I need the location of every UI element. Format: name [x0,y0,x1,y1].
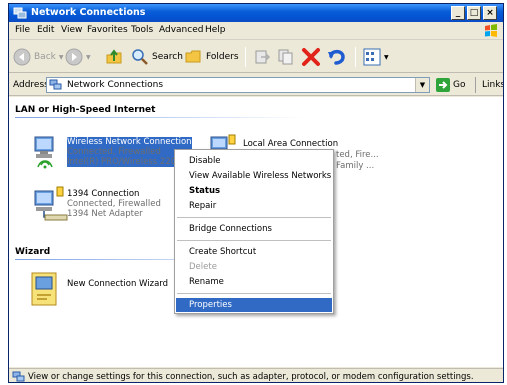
folders-icon [185,50,201,63]
ctx-repair[interactable]: Repair [176,199,332,213]
menu-file[interactable]: File [15,25,30,35]
menu-tools[interactable]: Tools [131,25,153,35]
ctx-bridge-connections[interactable]: Bridge Connections [176,222,332,236]
back-button[interactable]: Back ▼ [13,47,63,67]
menu-edit[interactable]: Edit [37,25,54,35]
back-arrow-icon [13,48,31,66]
address-value: Network Connections [67,80,164,90]
minimize-button[interactable]: _ [451,6,465,20]
search-icon [132,49,148,65]
undo-icon [328,49,345,65]
move-to-icon [255,50,271,64]
windows-flag-icon [485,24,497,37]
address-bar: Address Network Connections ▼ Go Links [9,74,503,96]
views-grid-icon [363,48,381,66]
go-arrow-icon [436,78,450,92]
local-area-connection-name: Local Area Connection [243,139,339,149]
views-dropdown-icon: ▼ [384,53,389,61]
new-connection-wizard-icon [31,272,57,306]
address-label: Address [13,80,49,90]
address-dropdown-button[interactable]: ▼ [415,78,429,92]
ctx-rename[interactable]: Rename [176,275,332,289]
menu-advanced[interactable]: Advanced [159,25,203,35]
status-bar: View or change settings for this connect… [9,368,503,382]
search-label: Search [152,52,183,62]
ctx-properties[interactable]: Properties [176,298,332,312]
wizard-section-header: Wizard [15,247,51,257]
back-label: Back [34,52,56,62]
folders-button[interactable]: Folders [185,47,239,67]
forward-dropdown-icon: ▼ [86,53,91,61]
maximize-button[interactable]: □ [467,6,481,20]
links-button[interactable]: Links [475,77,503,93]
copy-to-button[interactable] [277,47,295,67]
menu-view[interactable]: View [61,25,82,35]
back-dropdown-icon: ▼ [58,53,64,61]
status-connection-icon [12,371,25,382]
network-connections-small-icon [49,79,62,90]
search-button[interactable]: Search [131,47,183,67]
status-text: View or change settings for this connect… [28,372,474,382]
copy-to-icon [278,49,293,65]
ctx-separator [177,217,331,218]
move-to-button[interactable] [253,47,271,67]
ctx-delete[interactable]: Delete [176,260,332,274]
ctx-create-shortcut[interactable]: Create Shortcut [176,245,332,259]
wireless-connection-status: Connected, Firewalled [67,147,192,157]
delete-button[interactable] [301,47,321,67]
ctx-view-wireless-networks[interactable]: View Available Wireless Networks [176,169,332,183]
ctx-disable[interactable]: Disable [176,154,332,168]
new-connection-wizard-item[interactable]: New Connection Wizard [29,269,189,311]
local-area-connection-status: ted, Fire... [336,150,379,160]
lan-section-header: LAN or High-Speed Internet [15,105,156,115]
window-title: Network Connections [31,7,146,18]
menu-bar: File Edit View Favorites Tools Advanced … [9,22,503,40]
context-menu: Disable View Available Wireless Networks… [174,149,334,314]
menu-favorites[interactable]: Favorites [87,25,128,35]
folders-label: Folders [206,52,239,62]
toolbar-separator [245,47,246,67]
undo-button[interactable] [327,47,347,67]
forward-arrow-icon [65,48,83,66]
standard-toolbar: Back ▼ ▼ Search Folders ▼ [9,41,503,73]
1394-connection-icon [34,186,68,221]
wireless-connection-name: Wireless Network Connection [67,137,192,147]
ctx-separator [177,240,331,241]
wireless-connection-icon [34,136,54,169]
1394-connection-status: Connected, Firewalled [67,199,161,209]
1394-connection-device: 1394 Net Adapter [67,209,143,219]
delete-x-icon [302,48,320,66]
new-connection-wizard-name: New Connection Wizard [67,279,169,289]
close-button[interactable]: × [483,6,497,20]
ctx-separator [177,293,331,294]
up-folder-button[interactable] [105,47,123,67]
toolbar-separator-2 [355,47,356,67]
explorer-window: Network Connections _ □ × File Edit View… [8,3,504,383]
network-connections-icon [13,7,27,19]
views-button[interactable]: ▼ [363,47,389,67]
go-label: Go [453,80,466,90]
menu-help[interactable]: Help [205,25,226,35]
wireless-connection-device: Intel(R) PRO/Wireless 220 [67,157,192,167]
local-area-connection-device: Family ... [336,161,375,171]
go-button[interactable]: Go [436,77,465,93]
ctx-status[interactable]: Status [176,184,332,198]
address-input[interactable]: Network Connections ▼ [46,77,430,93]
forward-button[interactable]: ▼ [65,47,91,67]
up-folder-icon [106,49,122,64]
title-bar[interactable]: Network Connections _ □ × [9,4,503,22]
1394-connection-name: 1394 Connection [67,189,140,199]
lan-section-divider [15,117,305,118]
